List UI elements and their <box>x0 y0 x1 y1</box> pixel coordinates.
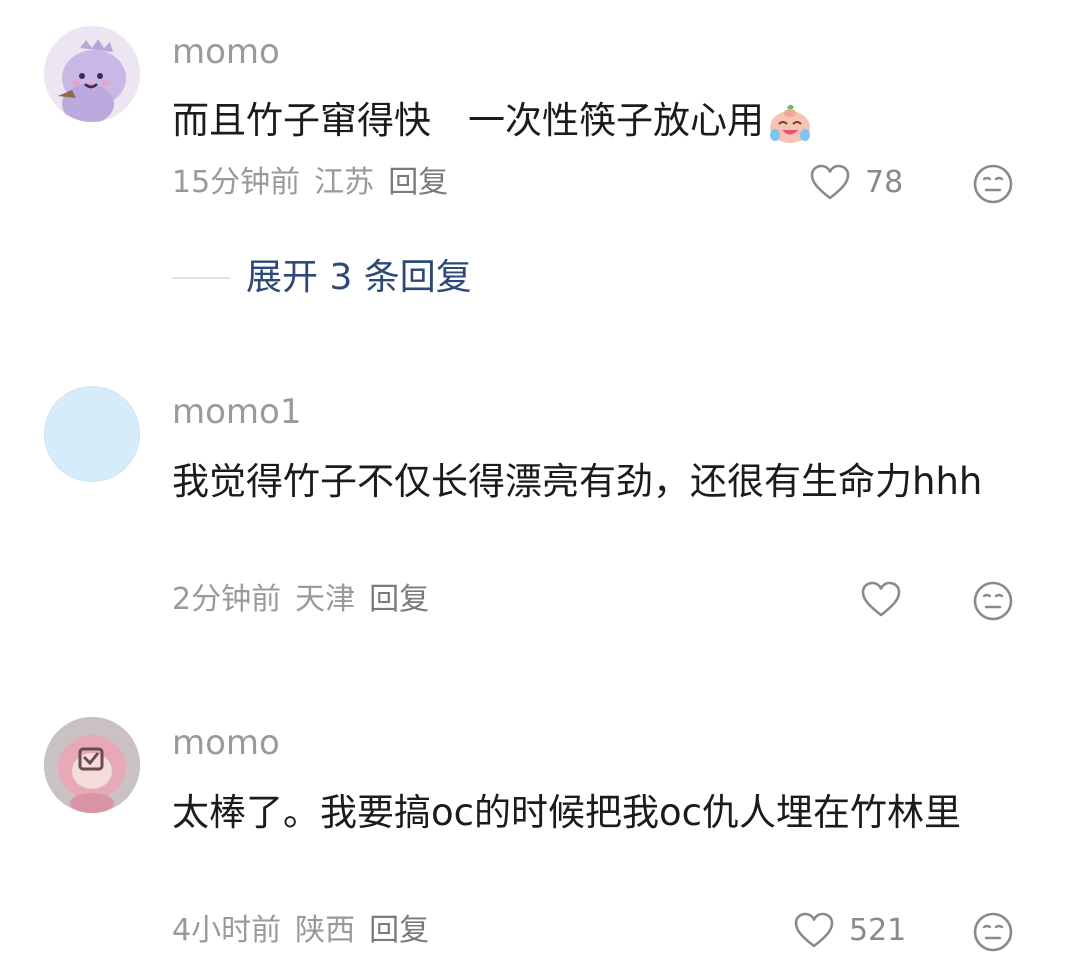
divider-line <box>172 277 230 279</box>
avatar[interactable] <box>44 386 140 482</box>
meh-face-icon[interactable] <box>972 580 1014 622</box>
like-count: 78 <box>865 165 904 200</box>
comment-text: 我觉得竹子不仅长得漂亮有劲，还很有生命力hhh <box>172 460 983 503</box>
like-count: 521 <box>849 913 907 948</box>
expand-replies-button[interactable]: 展开 3 条回复 <box>172 258 472 298</box>
anime-doll-avatar-icon <box>44 717 140 813</box>
reply-button[interactable]: 回复 <box>369 913 429 948</box>
comment-text: 而且竹子窜得快 一次性筷子放心用 <box>172 94 1022 148</box>
meh-face-icon[interactable] <box>972 163 1014 205</box>
comment-location: 天津 <box>295 582 356 617</box>
expand-replies-label: 展开 3 条回复 <box>246 257 472 298</box>
username[interactable]: momo <box>172 721 280 765</box>
like-button[interactable]: 521 <box>793 911 906 951</box>
comment-location: 陕西 <box>295 913 356 948</box>
comment-text: 太棒了。我要搞oc的时候把我oc仇人埋在竹林里 <box>172 791 961 834</box>
reply-button[interactable]: 回复 <box>369 582 429 617</box>
comment-location: 江苏 <box>314 165 375 200</box>
comment-time: 2分钟前 <box>172 582 282 617</box>
meh-face-icon[interactable] <box>972 911 1014 953</box>
reply-button[interactable]: 回复 <box>388 165 448 200</box>
username[interactable]: momo1 <box>172 390 301 434</box>
avatar[interactable] <box>44 26 140 122</box>
comment-meta: 4小时前 陕西 回复 <box>172 911 443 951</box>
comment-meta: 2分钟前 天津 回复 <box>172 580 443 620</box>
comment-time: 4小时前 <box>172 913 282 948</box>
like-button[interactable] <box>860 580 902 620</box>
heart-icon <box>794 912 834 948</box>
heart-icon <box>861 581 901 617</box>
like-button[interactable]: 78 <box>809 163 903 203</box>
heart-icon <box>810 164 850 200</box>
comment-text-body: 而且竹子窜得快 一次性筷子放心用 <box>172 99 764 142</box>
comment-time: 15分钟前 <box>172 165 301 200</box>
avatar[interactable] <box>44 717 140 813</box>
comment-meta: 15分钟前 江苏 回复 <box>172 163 462 203</box>
plush-dinosaur-avatar-icon <box>44 26 140 122</box>
crying-laughing-face-emoji-icon <box>770 104 810 143</box>
username[interactable]: momo <box>172 30 280 74</box>
